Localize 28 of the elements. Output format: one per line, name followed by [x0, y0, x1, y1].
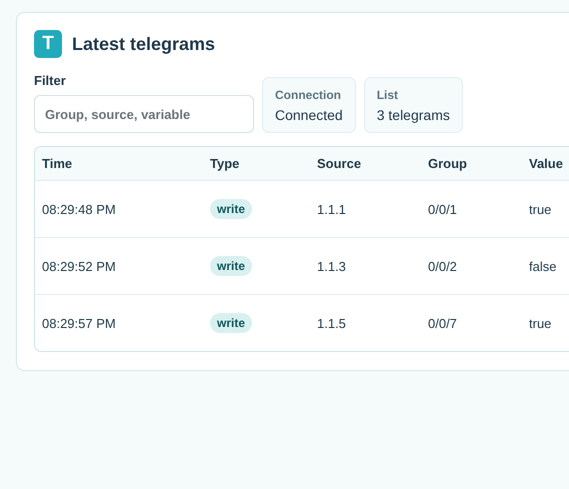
type-tag: write [210, 199, 252, 219]
table-cell-text: true [529, 202, 552, 216]
table-cell-text: true [529, 316, 552, 330]
table-cell-text: 0/0/7 [428, 316, 458, 330]
filter-field[interactable]: Group, source, variable [34, 95, 254, 133]
table-cell-text: 1.1.5 [317, 316, 347, 330]
stat-value: Connected [275, 107, 343, 123]
table-cell-text: 08:29:57 PM [42, 316, 117, 330]
filter-label: Filter [34, 73, 67, 88]
table-cell-text: 0/0/2 [428, 258, 458, 274]
table-cell-text: 08:29:48 PM [42, 202, 117, 216]
column-header: Time [42, 156, 74, 171]
column-header: Source [317, 156, 362, 171]
table-cell-text: 1.1.1 [317, 202, 347, 216]
table-cell-text: 0/0/1 [428, 202, 458, 216]
column-header: Type [210, 156, 240, 171]
page-title: Latest telegrams [72, 34, 216, 54]
table-cell-text: false [529, 258, 558, 274]
stat-label: Connection [275, 88, 342, 102]
logo-icon: T [34, 30, 62, 58]
table-cell-text: 1.1.3 [317, 258, 347, 274]
table-cell-text: 08:29:52 PM [42, 258, 117, 274]
column-header: Group [428, 156, 468, 171]
type-tag: write [210, 313, 252, 333]
column-header: Value [529, 156, 564, 171]
type-tag: write [210, 256, 252, 276]
stat-value: 3 telegrams [376, 107, 450, 123]
stat-label: List [376, 88, 400, 102]
